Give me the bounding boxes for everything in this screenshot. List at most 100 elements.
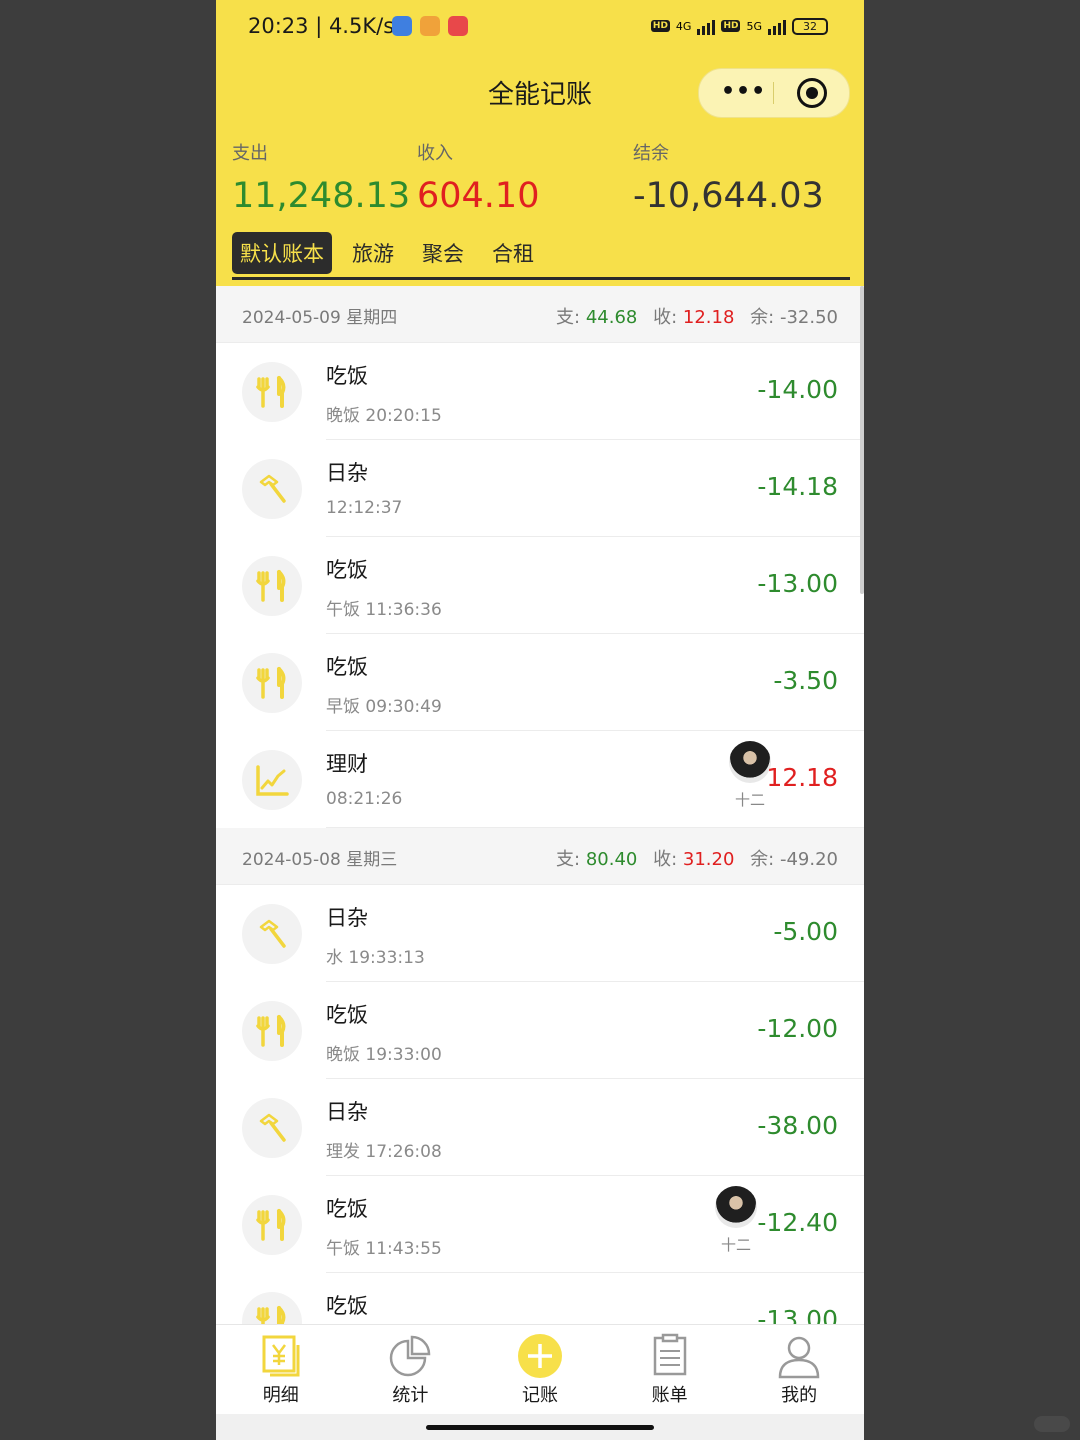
category-icon-wrap <box>242 1195 302 1255</box>
item-note-time: 12:12:37 <box>326 498 403 518</box>
tab-party[interactable]: 聚会 <box>414 232 472 274</box>
item-category: 吃饭 <box>326 655 368 679</box>
tabbar-item-me[interactable]: 我的 <box>734 1325 864 1415</box>
tabbar-label: 账单 <box>651 1385 688 1406</box>
tab-bar: 明细 统计 记账 账单 我的 <box>216 1324 864 1415</box>
transaction-list[interactable]: 2024-05-09 星期四 支: 44.68 收: 12.18 余: -32.… <box>216 286 864 1324</box>
fork-knife-icon <box>253 373 291 411</box>
tabs-underline <box>232 277 850 280</box>
item-category: 日杂 <box>326 1100 368 1124</box>
scrollbar[interactable] <box>860 286 864 594</box>
category-icon-wrap <box>242 459 302 519</box>
avatar <box>729 741 771 783</box>
item-category: 理财 <box>326 752 368 776</box>
item-category: 日杂 <box>326 906 368 930</box>
tab-travel[interactable]: 旅游 <box>344 232 402 274</box>
category-icon-wrap <box>242 904 302 964</box>
list-item[interactable]: 日杂 12:12:37 -14.18 <box>216 440 864 537</box>
capsule-divider <box>773 82 774 104</box>
item-amount: -13.00 <box>757 569 838 598</box>
category-icon-wrap <box>242 362 302 422</box>
tabbar-item-add[interactable]: 记账 <box>475 1325 605 1415</box>
signal-icon <box>768 17 786 35</box>
category-icon-wrap <box>242 1001 302 1061</box>
day-balance-label: 余: <box>750 307 775 328</box>
notification-icon <box>392 16 412 36</box>
list-item[interactable]: 吃饭 午饭 11:43:55 十二 -12.40 <box>216 1176 864 1273</box>
fork-knife-icon <box>253 1206 291 1244</box>
item-note-time: 晚饭 19:33:00 <box>326 1045 442 1065</box>
item-category: 吃饭 <box>326 364 368 388</box>
item-amount: -14.18 <box>757 472 838 501</box>
yen-doc-icon <box>262 1335 300 1377</box>
list-item[interactable]: 吃饭 早饭 09:30:49 -3.50 <box>216 634 864 731</box>
day-expense-label: 支: <box>556 307 581 328</box>
list-item[interactable]: 吃饭 -13.00 <box>216 1273 864 1324</box>
signal-icon <box>697 17 716 35</box>
day-expense-label: 支: <box>556 849 581 870</box>
header-panel: 20:23 | 4.5K/s HD 4G HD 5G 32 全能记账 ••• 支… <box>216 0 864 286</box>
hd-icon: HD <box>650 20 670 32</box>
day-balance-label: 余: <box>750 849 775 870</box>
net-label: 5G <box>746 19 762 33</box>
member-name: 十二 <box>734 791 765 809</box>
item-category: 吃饭 <box>326 1003 368 1027</box>
item-category: 吃饭 <box>326 558 368 582</box>
tab-shared-rent[interactable]: 合租 <box>484 232 542 274</box>
item-note-time: 晚饭 20:20:15 <box>326 406 442 426</box>
avatar <box>715 1186 757 1228</box>
tabbar-item-bill[interactable]: 账单 <box>605 1325 735 1415</box>
day-income-label: 收: <box>653 849 678 870</box>
hammer-icon <box>253 1109 291 1147</box>
item-amount: 12.18 <box>766 763 838 792</box>
tabbar-label: 统计 <box>392 1385 429 1406</box>
income-total: 604.10 <box>417 176 540 216</box>
book-tabs: 默认账本 旅游 聚会 合租 <box>232 232 554 274</box>
list-item[interactable]: 吃饭 午饭 11:36:36 -13.00 <box>216 537 864 634</box>
more-icon[interactable]: ••• <box>721 81 766 103</box>
day-expense-value: 80.40 <box>585 849 638 870</box>
balance-total: -10,644.03 <box>633 176 824 216</box>
day-income-value: 31.20 <box>682 849 735 870</box>
category-icon-wrap <box>242 1292 302 1324</box>
list-item[interactable]: 吃饭 晚饭 20:20:15 -14.00 <box>216 343 864 440</box>
fork-knife-icon <box>253 567 291 605</box>
fork-knife-icon <box>253 1303 291 1324</box>
status-time: 20:23 | 4.5K/s <box>248 14 395 38</box>
phone-screen: 20:23 | 4.5K/s HD 4G HD 5G 32 全能记账 ••• 支… <box>216 0 864 1440</box>
tabbar-label: 记账 <box>521 1385 558 1406</box>
close-miniapp-icon[interactable] <box>797 78 827 108</box>
list-item[interactable]: 吃饭 晚饭 19:33:00 -12.00 <box>216 982 864 1079</box>
day-header: 2024-05-08 星期三 支: 80.40 收: 31.20 余: -49.… <box>216 828 864 885</box>
item-category: 日杂 <box>326 461 368 485</box>
list-item[interactable]: 日杂 水 19:33:13 -5.00 <box>216 885 864 982</box>
category-icon-wrap <box>242 653 302 713</box>
tabbar-item-detail[interactable]: 明细 <box>216 1325 346 1415</box>
item-amount: -38.00 <box>757 1111 838 1140</box>
tabbar-item-stats[interactable]: 统计 <box>346 1325 476 1415</box>
list-item[interactable]: 理财 08:21:26 十二 12.18 <box>216 731 864 828</box>
item-amount: -14.00 <box>757 375 838 404</box>
item-note-time: 早饭 09:30:49 <box>326 697 442 717</box>
item-category: 吃饭 <box>326 1197 368 1221</box>
balance-label: 结余 <box>633 143 669 164</box>
user-icon <box>778 1336 820 1379</box>
status-app-icons <box>392 16 468 36</box>
day-expense-value: 44.68 <box>585 307 638 328</box>
day-balance-value: -49.20 <box>779 849 838 870</box>
day-income-label: 收: <box>653 307 678 328</box>
list-item[interactable]: 日杂 理发 17:26:08 -38.00 <box>216 1079 864 1176</box>
watermark-logo <box>1034 1416 1070 1432</box>
day-date: 2024-05-09 星期四 <box>242 308 398 328</box>
item-note-time: 08:21:26 <box>326 789 403 809</box>
day-balance-value: -32.50 <box>779 307 838 328</box>
tab-default-book[interactable]: 默认账本 <box>232 232 332 274</box>
item-amount: -5.00 <box>773 917 838 946</box>
notification-icon <box>448 16 468 36</box>
fork-knife-icon <box>253 1012 291 1050</box>
home-indicator[interactable] <box>426 1425 654 1430</box>
income-label: 收入 <box>417 143 453 164</box>
chart-line-icon <box>253 761 291 799</box>
notification-icon <box>420 16 440 36</box>
category-icon-wrap <box>242 556 302 616</box>
